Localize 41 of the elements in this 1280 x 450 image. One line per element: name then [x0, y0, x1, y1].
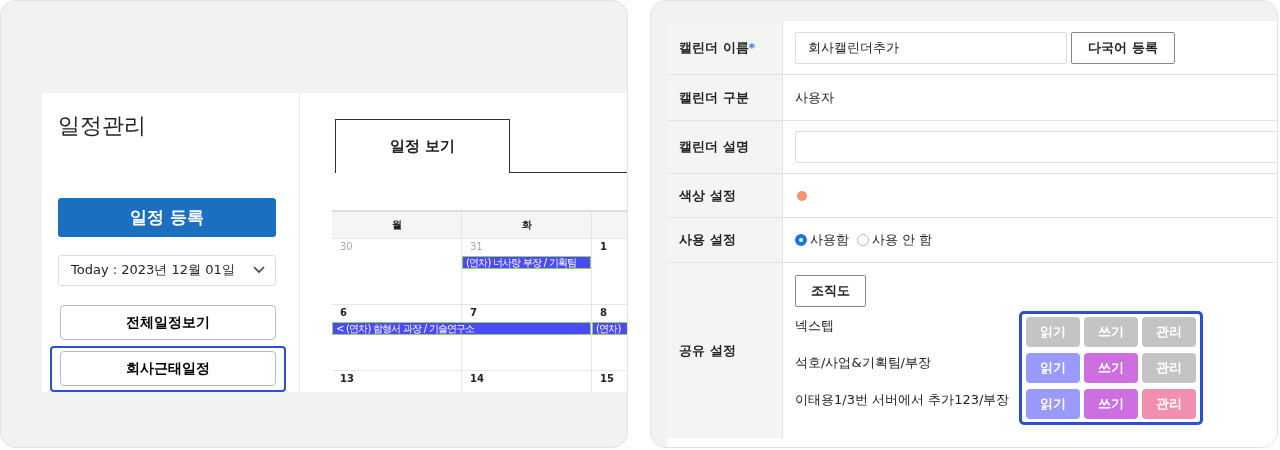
- permission-toggle[interactable]: 쓰기: [1084, 353, 1139, 383]
- day-number: 1: [600, 241, 608, 253]
- date-select[interactable]: Today : 2023년 12월 01일: [58, 254, 276, 286]
- day-number: 14: [470, 373, 485, 385]
- event-bar[interactable]: < (연차) 함형서 과장 / 기술연구소: [332, 322, 591, 335]
- day-number: 15: [600, 373, 615, 385]
- member-name: 석호/사업&기획팀/부장: [795, 354, 932, 372]
- radio-option[interactable]: 사용 안 함: [857, 231, 933, 249]
- day-number: 30: [340, 241, 354, 253]
- day-number: 13: [340, 373, 355, 385]
- event-bar[interactable]: (연차): [592, 322, 627, 335]
- day-number: 8: [600, 307, 608, 319]
- field-label: 캘린더 설명: [679, 138, 749, 156]
- tab[interactable]: 일정 보기: [335, 119, 510, 173]
- field-label: 캘린더 이름*: [679, 38, 756, 57]
- multilang-button[interactable]: 다국어 등록: [1071, 31, 1175, 64]
- day-number: 31: [470, 241, 484, 253]
- sidebar-button[interactable]: 회사근태일정: [60, 351, 276, 386]
- chevron-down-icon: [253, 266, 265, 275]
- radio-option[interactable]: 사용함: [795, 231, 849, 249]
- page-title: 일정관리: [58, 112, 147, 140]
- permission-toggle[interactable]: 쓰기: [1084, 389, 1139, 419]
- field-label: 사용 설정: [679, 231, 736, 249]
- day-number: 6: [340, 307, 348, 319]
- field-label: 공유 설정: [679, 341, 736, 360]
- member-name: 넥스텝: [795, 317, 835, 335]
- field-value: 사용자: [795, 88, 834, 107]
- weekday-header: 월: [332, 212, 462, 238]
- field-label: 캘린더 구분: [679, 88, 749, 107]
- day-number: 7: [470, 307, 478, 319]
- sidebar-button[interactable]: 전체일정보기: [60, 305, 276, 340]
- date-value: Today : 2023년 12월 01일: [71, 261, 235, 280]
- org-chart-button[interactable]: 조직도: [795, 275, 866, 307]
- register-button[interactable]: 일정 등록: [58, 198, 276, 237]
- field-label: 색상 설정: [679, 186, 736, 205]
- member-name: 이태용1/3번 서버에서 추가123/부장: [795, 391, 1010, 409]
- name-field[interactable]: 회사캘린더추가: [795, 31, 1067, 64]
- color-dot[interactable]: [797, 190, 807, 201]
- weekday-header: 화: [462, 212, 592, 238]
- description-field[interactable]: [795, 131, 1277, 163]
- event-bar[interactable]: (연차) 너사랑 부장 / 기획팀: [462, 256, 591, 269]
